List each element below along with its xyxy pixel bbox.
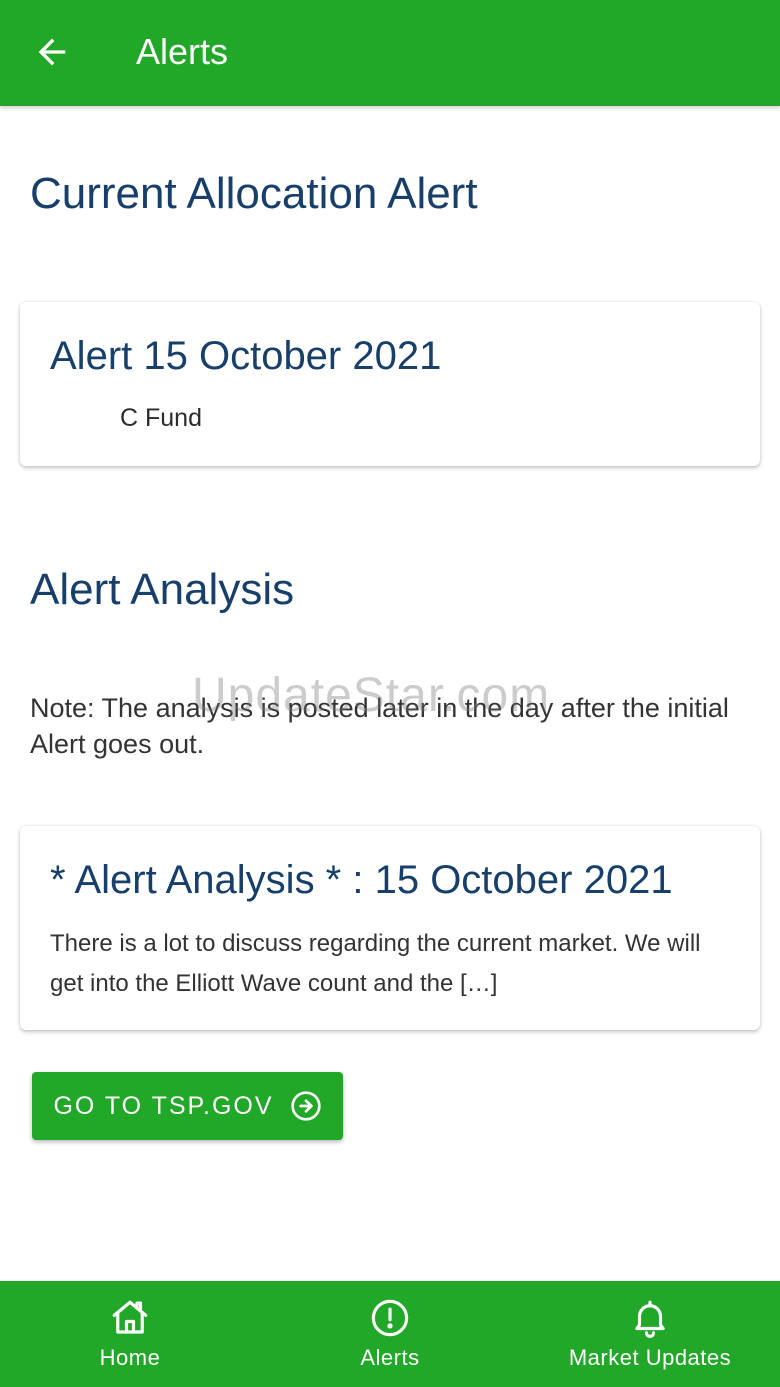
analysis-card-title: * Alert Analysis * : 15 October 2021	[50, 858, 673, 902]
nav-label-market-updates: Market Updates	[568, 1345, 732, 1370]
current-allocation-heading: Current Allocation Alert	[30, 169, 478, 218]
app-bar: Alerts	[0, 0, 780, 106]
current-alert-title: Alert 15 October 2021	[50, 334, 442, 378]
alert-analysis-heading: Alert Analysis	[30, 565, 295, 614]
go-to-tsp-label: GO TO TSP.GOV	[53, 1091, 274, 1120]
go-to-tsp-button[interactable]: GO TO TSP.GOV	[32, 1072, 343, 1140]
current-alert-card[interactable]: Alert 15 October 2021 C Fund	[20, 302, 760, 466]
nav-label-alerts: Alerts	[360, 1345, 420, 1370]
arrow-left-icon	[38, 38, 66, 66]
arrow-right-circle-icon	[290, 1091, 321, 1121]
bottom-navigation: Home Alerts Market Updates	[0, 1281, 780, 1387]
back-button[interactable]	[24, 24, 80, 80]
bell-icon	[635, 1300, 665, 1338]
nav-item-alerts[interactable]: Alerts	[260, 1281, 520, 1387]
analysis-card[interactable]: * Alert Analysis * : 15 October 2021 The…	[20, 826, 760, 1030]
alert-circle-icon	[371, 1299, 409, 1337]
page-title: Alerts	[136, 31, 229, 72]
nav-label-home: Home	[99, 1345, 161, 1370]
current-alert-fund: C Fund	[120, 404, 202, 432]
analysis-card-excerpt: There is a lot to discuss regarding the …	[50, 930, 701, 997]
home-icon	[112, 1300, 148, 1334]
nav-item-market-updates[interactable]: Market Updates	[520, 1281, 780, 1387]
analysis-note: Note: The analysis is posted later in th…	[30, 693, 729, 759]
nav-item-home[interactable]: Home	[0, 1281, 260, 1387]
